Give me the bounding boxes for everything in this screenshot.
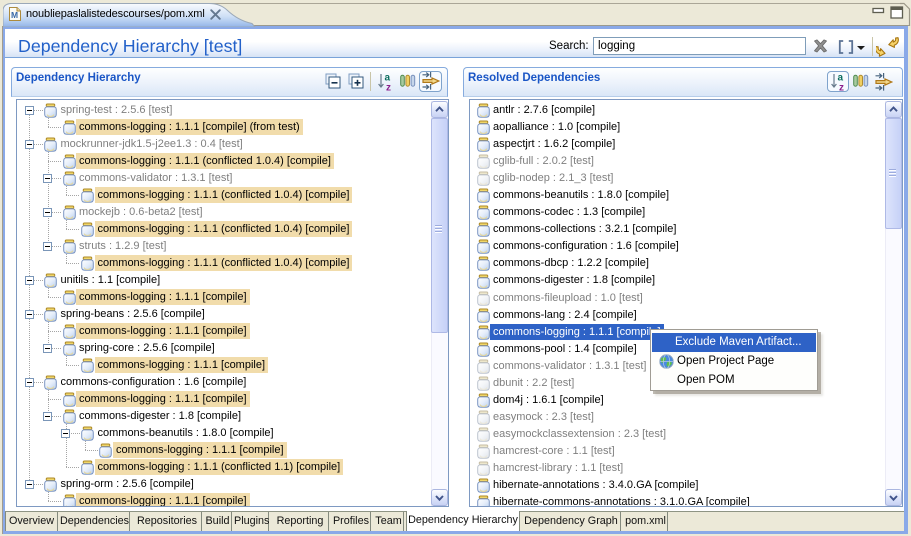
- svg-text:z: z: [839, 82, 844, 92]
- svg-text:M: M: [11, 10, 18, 20]
- svg-text:z: z: [386, 83, 391, 93]
